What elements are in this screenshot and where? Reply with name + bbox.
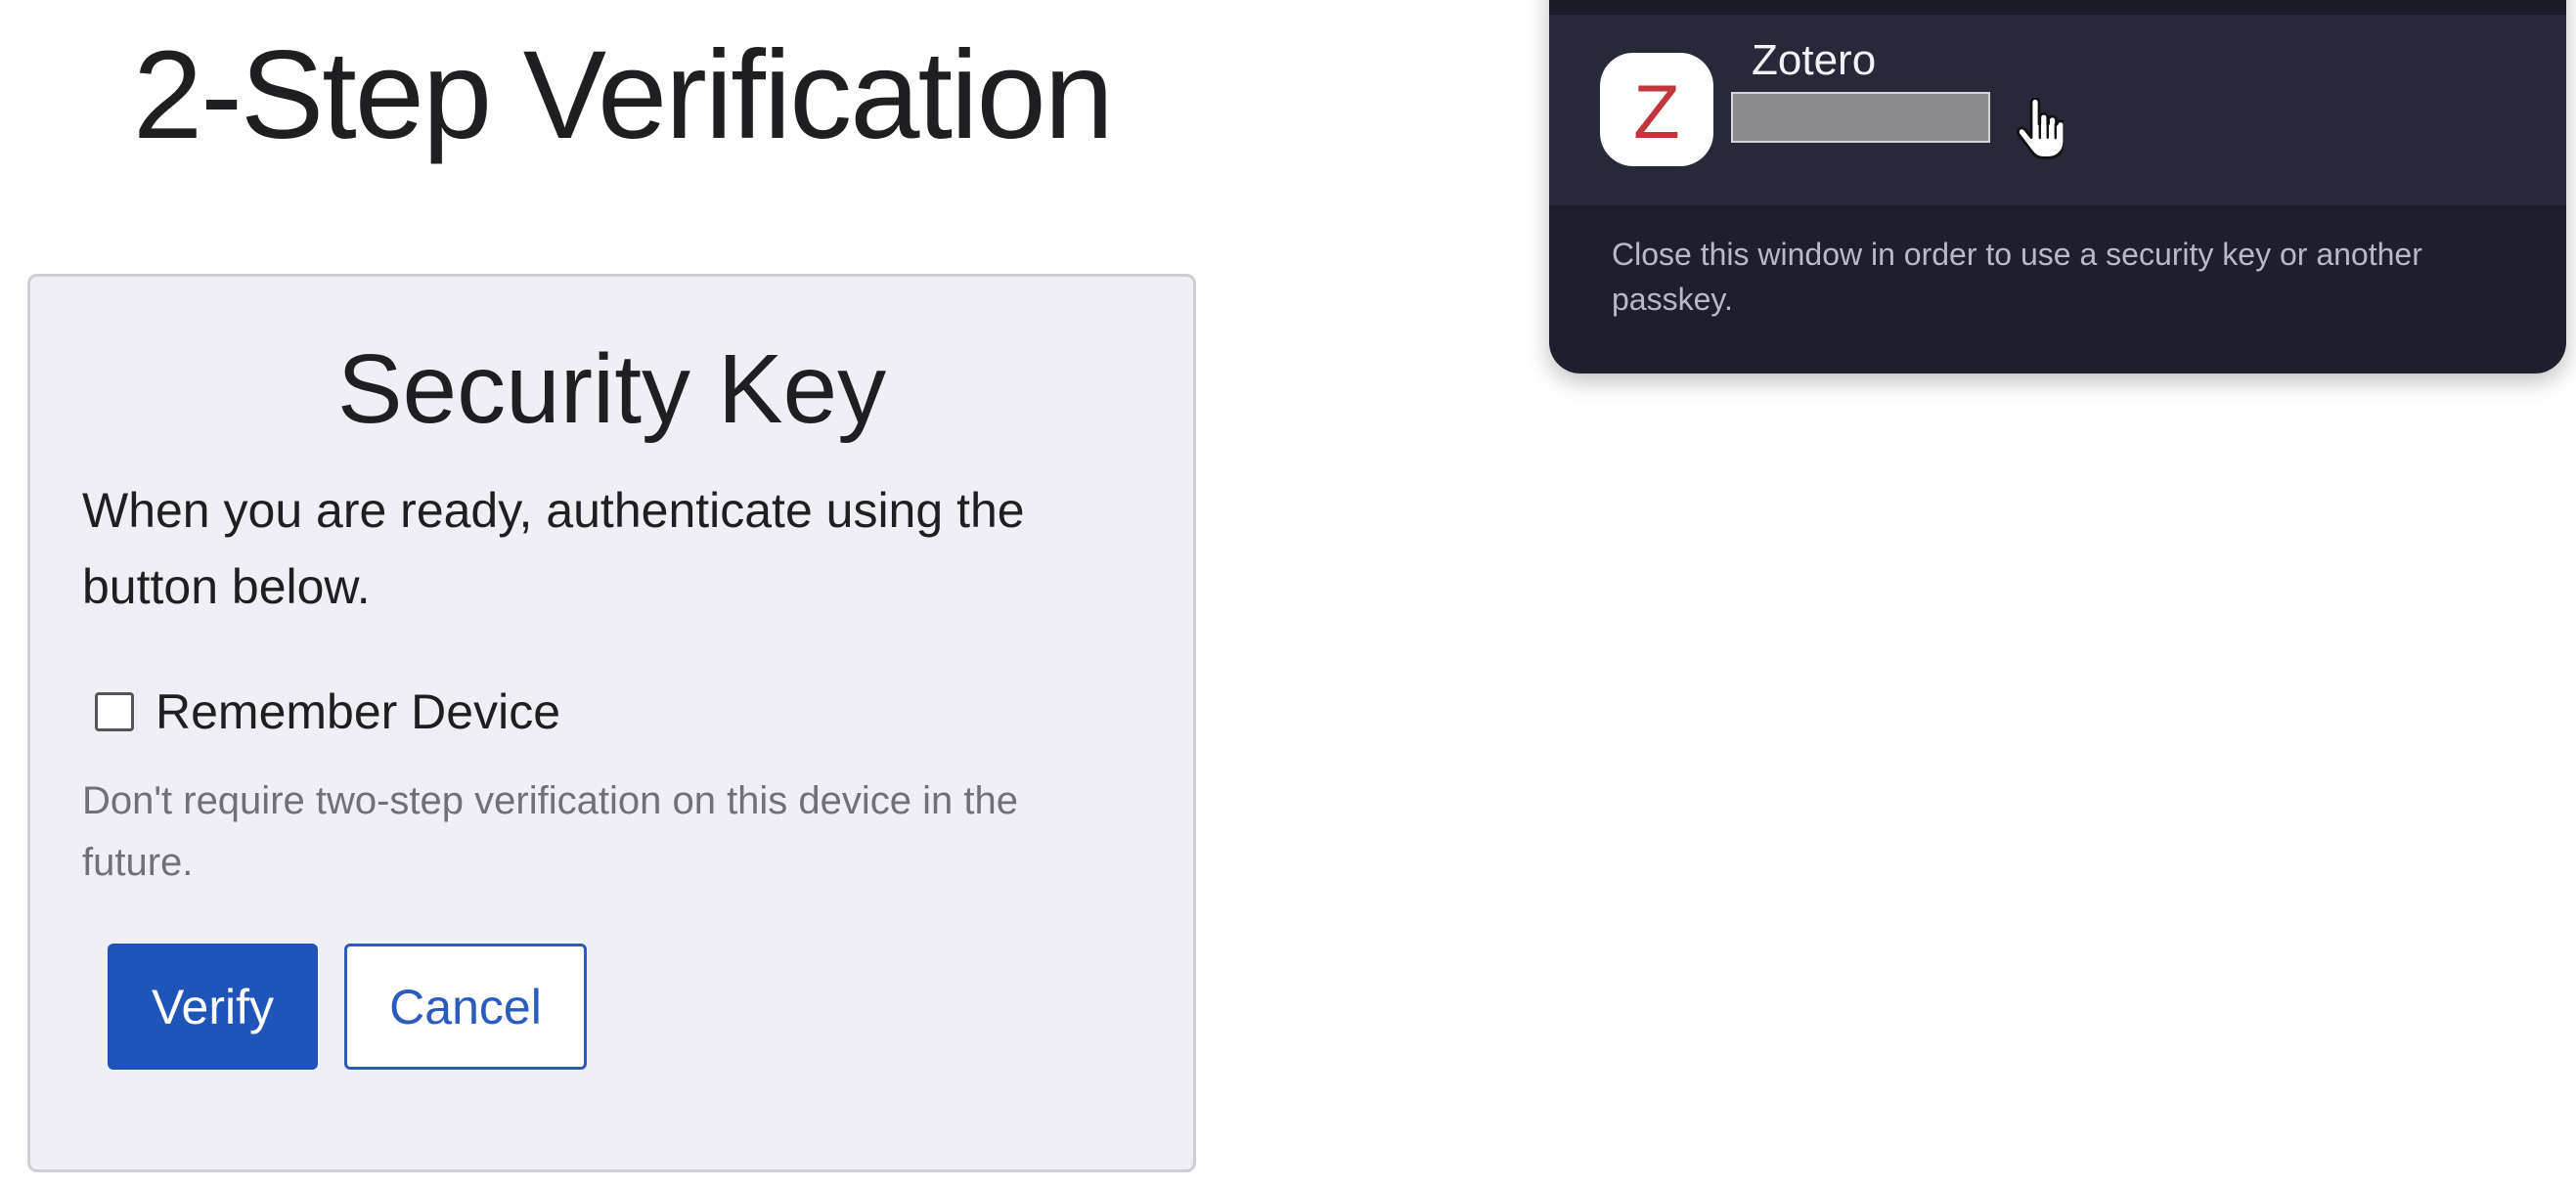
passkey-chooser-dialog: Z Zotero Close this window in order to u… xyxy=(1549,0,2566,374)
remember-device-option[interactable]: Remember Device xyxy=(95,673,560,751)
passkey-option-zotero[interactable]: Z Zotero xyxy=(1549,15,2566,205)
passkey-account-redacted xyxy=(1731,92,1990,143)
remember-device-label: Remember Device xyxy=(155,684,561,739)
zotero-logo-letter: Z xyxy=(1633,68,1680,154)
dialog-top-divider xyxy=(1549,0,2566,15)
remember-device-hint: Don't require two-step verification on t… xyxy=(82,779,1019,884)
security-key-card: Security Key When you are ready, authent… xyxy=(27,274,1196,1172)
card-title: Security Key xyxy=(336,334,887,444)
dialog-footer-text: Close this window in order to use a secu… xyxy=(1612,237,2422,317)
passkey-app-name: Zotero xyxy=(1752,36,1877,84)
zotero-logo-icon: Z xyxy=(1600,53,1713,166)
remember-device-checkbox[interactable] xyxy=(95,692,134,731)
verify-button[interactable]: Verify xyxy=(108,944,318,1070)
cancel-button[interactable]: Cancel xyxy=(344,944,587,1070)
card-description: When you are ready, authenticate using t… xyxy=(82,483,1025,614)
page-title: 2-Step Verification xyxy=(133,25,1114,165)
